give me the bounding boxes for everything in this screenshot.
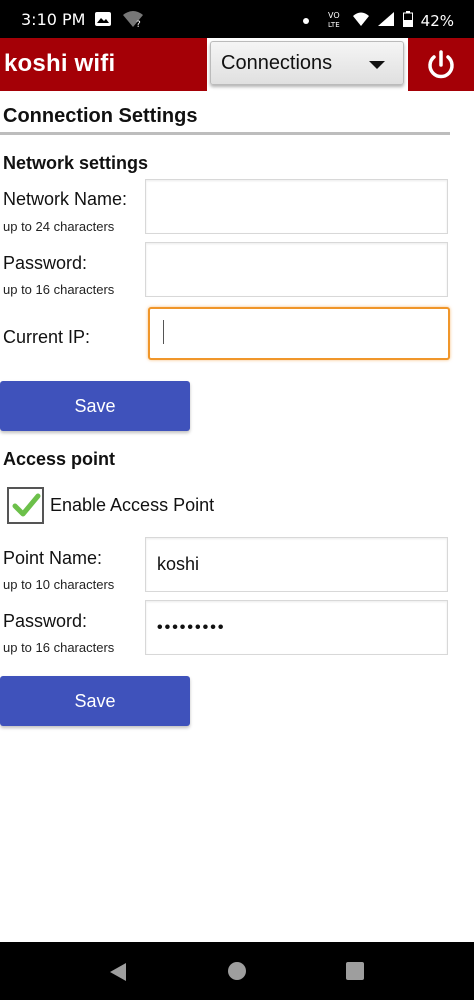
system-nav-bar [0,942,474,1000]
status-notification-icons: ? [94,10,144,33]
status-bar: 3:10 PM ? VO LTE 42% [0,0,474,38]
ap-password-hint: up to 16 characters [3,640,115,655]
network-name-hint: up to 24 characters [3,219,115,234]
signal-icon [377,11,395,31]
dropdown-selected-label: Connections [221,52,333,74]
chevron-down-icon [369,61,385,69]
svg-text:?: ? [136,20,141,28]
wifi-question-icon: ? [122,10,144,33]
point-name-value: koshi [157,554,200,574]
current-ip-input[interactable] [148,307,450,360]
network-password-input[interactable] [145,242,448,297]
wifi-icon [352,11,369,31]
ap-password-label: Password: [3,611,88,631]
title-divider [0,132,450,135]
network-name-input[interactable] [145,179,448,234]
status-system-icons: VO LTE 42% [302,10,454,32]
status-time: 3:10 PM [21,10,86,29]
access-point-save-button[interactable]: Save [0,676,190,726]
network-settings-heading: Network settings [3,153,149,173]
connections-dropdown[interactable]: Connections [210,41,404,85]
network-save-button[interactable]: Save [0,381,190,431]
ap-password-value: ••••••••• [157,618,226,636]
text-caret [163,319,164,344]
access-point-heading: Access point [3,449,116,469]
image-icon [94,11,112,32]
ap-password-input[interactable]: ••••••••• [145,600,448,655]
power-icon [428,50,454,79]
point-name-input[interactable]: koshi [145,537,448,592]
point-name-hint: up to 10 characters [3,577,115,592]
dot-icon [302,18,309,24]
point-name-label: Point Name: [3,548,103,568]
app-title: koshi wifi [4,50,116,77]
checkmark-icon [12,493,41,517]
home-icon[interactable] [228,962,246,980]
enable-access-point-checkbox[interactable] [7,487,44,524]
svg-text:VO: VO [328,11,340,20]
network-name-label: Network Name: [3,189,128,209]
back-icon[interactable] [108,962,128,982]
volte-icon: VO LTE [327,10,345,32]
recents-icon[interactable] [346,962,364,980]
battery-percent: 42% [420,12,454,30]
app-bar: koshi wifi Connections [0,38,474,91]
svg-text:LTE: LTE [328,21,340,28]
network-password-label: Password: [3,253,88,273]
power-button[interactable] [408,38,474,91]
battery-icon [402,11,413,31]
enable-access-point-label[interactable]: Enable Access Point [50,495,214,516]
page-title: Connection Settings [3,105,198,127]
current-ip-label: Current IP: [3,327,91,347]
app-title-box: koshi wifi [0,38,207,91]
network-password-hint: up to 16 characters [3,282,115,297]
